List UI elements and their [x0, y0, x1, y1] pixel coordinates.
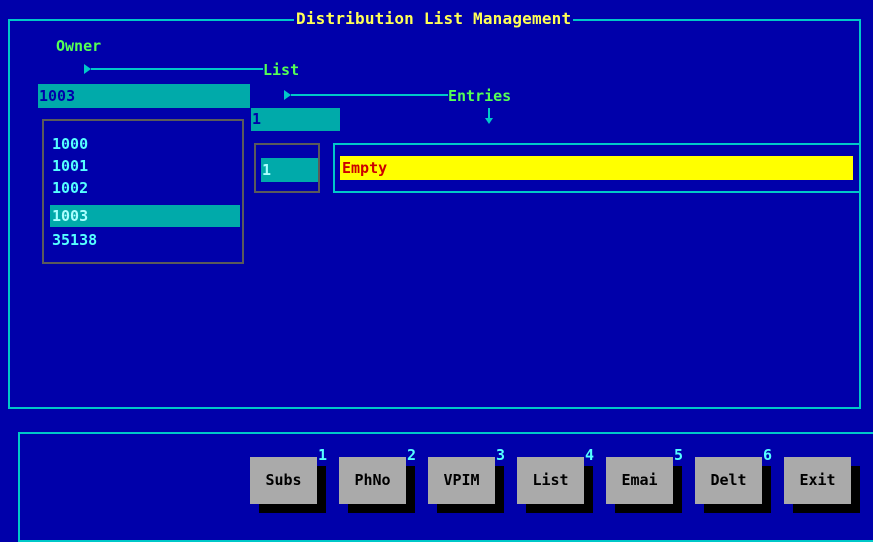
- owner-arrow-icon: [84, 64, 91, 74]
- email-hotkey: 5: [674, 446, 684, 464]
- phno-button[interactable]: PhNo: [339, 457, 406, 504]
- list-connector: [291, 94, 448, 96]
- owner-list-item[interactable]: 1001: [50, 155, 240, 177]
- entries-label: Entries: [448, 87, 512, 105]
- delete-hotkey: 6: [763, 446, 773, 464]
- list-label: List: [263, 61, 300, 79]
- list-button[interactable]: List: [517, 457, 584, 504]
- window-title: Distribution List Management: [294, 9, 574, 29]
- list-arrow-icon: [284, 90, 291, 100]
- entries-down-arrow-svg: [485, 108, 493, 124]
- vpim-hotkey: 3: [496, 446, 506, 464]
- exit-button[interactable]: Exit: [784, 457, 851, 504]
- entries-listbox-item-selected[interactable]: Empty: [340, 156, 853, 180]
- list-listbox-item-selected[interactable]: 1: [261, 158, 318, 182]
- owner-connector: [91, 68, 263, 70]
- owner-label: Owner: [56, 37, 102, 55]
- owner-list-item-selected[interactable]: 1003: [50, 205, 240, 227]
- vpim-button[interactable]: VPIM: [428, 457, 495, 504]
- delete-button[interactable]: Delt: [695, 457, 762, 504]
- email-button[interactable]: Emai: [606, 457, 673, 504]
- subs-button[interactable]: Subs: [250, 457, 317, 504]
- owner-list-item[interactable]: 1000: [50, 133, 240, 155]
- owner-field[interactable]: 1003: [38, 84, 250, 108]
- list-listbox[interactable]: 1: [254, 143, 320, 193]
- entries-listbox[interactable]: Empty: [333, 143, 861, 193]
- phno-hotkey: 2: [407, 446, 417, 464]
- owner-list-item[interactable]: 1002: [50, 177, 240, 199]
- entries-down-arrow-icon: [484, 106, 494, 126]
- subs-hotkey: 1: [318, 446, 328, 464]
- list-field[interactable]: 1: [251, 108, 340, 131]
- owner-list-item[interactable]: 35138: [50, 229, 240, 251]
- list-hotkey: 4: [585, 446, 595, 464]
- owner-list[interactable]: 1000 1001 1002 1003 35138: [42, 119, 244, 264]
